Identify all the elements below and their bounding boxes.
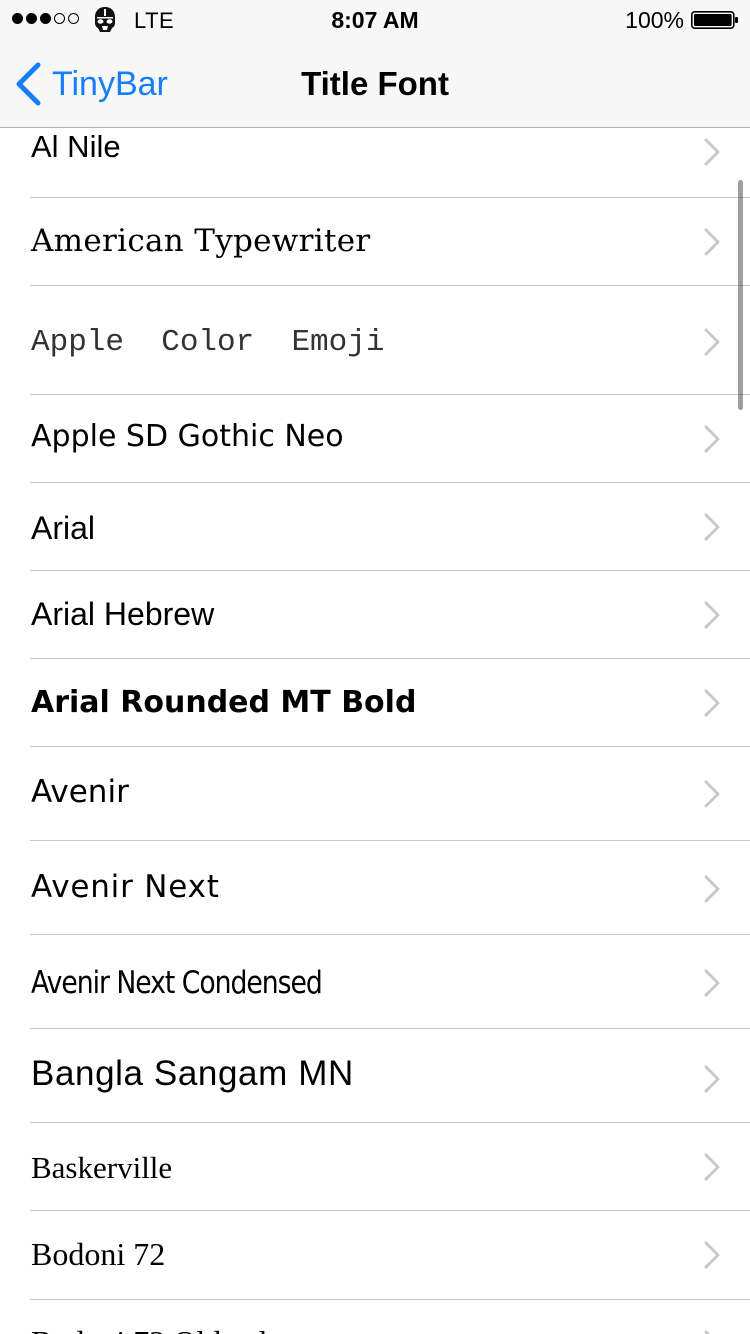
chevron-right-icon bbox=[704, 1241, 720, 1269]
list-item-label: Al Nile bbox=[31, 129, 121, 164]
list-item[interactable]: Bodoni 72 bbox=[0, 1211, 750, 1299]
chevron-right-icon bbox=[704, 328, 720, 356]
chevron-right-icon bbox=[704, 1330, 711, 1334]
list-item[interactable]: Bodoni 72 Oldstyle bbox=[0, 1300, 750, 1334]
list-item-label: Bodoni 72 bbox=[31, 1236, 166, 1272]
list-item[interactable]: Arial Hebrew bbox=[0, 571, 750, 659]
list-item-label: Arial Rounded MT Bold bbox=[31, 685, 417, 720]
list-item-label: Arial Hebrew bbox=[31, 596, 215, 632]
chevron-right-icon bbox=[704, 425, 720, 453]
list-item[interactable]: Avenir Next bbox=[0, 841, 750, 935]
chevron-right-icon bbox=[704, 138, 720, 166]
font-list: Al Nile American Typewriter Apple Color … bbox=[0, 128, 750, 1334]
list-item-label: Bodoni 72 Oldstyle bbox=[31, 1324, 282, 1334]
list-item[interactable]: Arial Rounded MT Bold bbox=[0, 659, 750, 747]
page-title: Title Font bbox=[301, 65, 449, 102]
list-item[interactable]: Al Nile bbox=[0, 128, 750, 198]
list-item-label: American Typewriter bbox=[31, 223, 371, 259]
chevron-right-icon bbox=[704, 780, 720, 808]
chevron-right-icon bbox=[704, 1065, 720, 1093]
list-item-label: Baskerville bbox=[31, 1150, 173, 1185]
list-item[interactable]: American Typewriter bbox=[0, 198, 750, 286]
list-item-label: Bangla Sangam MN bbox=[31, 1054, 354, 1093]
list-item-label: Avenir Next bbox=[31, 869, 220, 905]
chevron-right-icon bbox=[704, 1153, 720, 1181]
scroll-indicator[interactable] bbox=[738, 180, 743, 410]
list-item[interactable]: Apple SD Gothic Neo bbox=[0, 395, 750, 483]
list-item[interactable]: Baskerville bbox=[0, 1123, 750, 1211]
header: LTE 8:07 AM 100% TinyBar Title Font bbox=[0, 0, 750, 128]
chevron-right-icon bbox=[704, 601, 720, 629]
list-item-label: Arial bbox=[31, 510, 96, 546]
chevron-right-icon bbox=[704, 228, 720, 256]
list-item[interactable]: Avenir bbox=[0, 747, 750, 841]
chevron-right-icon bbox=[704, 689, 720, 717]
list-item-label: Apple SD Gothic Neo bbox=[31, 419, 344, 454]
list-item-label: Apple Color Emoji bbox=[31, 325, 385, 360]
list-item[interactable]: Apple Color Emoji bbox=[0, 286, 750, 395]
battery-percent: 100% bbox=[625, 7, 684, 33]
screen: LTE 8:07 AM 100% TinyBar Title Font Al N… bbox=[0, 0, 750, 1334]
navigation-bar: TinyBar Title Font bbox=[0, 40, 750, 128]
list-item-label: Avenir bbox=[31, 774, 129, 810]
list-item[interactable]: Arial bbox=[0, 483, 750, 571]
chevron-right-icon bbox=[704, 513, 720, 541]
list-item-label: Avenir Next Condensed bbox=[31, 965, 323, 1001]
battery-icon bbox=[691, 11, 738, 29]
chevron-right-icon bbox=[704, 969, 720, 997]
list-item[interactable]: Bangla Sangam MN bbox=[0, 1029, 750, 1123]
status-bar: LTE 8:07 AM 100% bbox=[0, 0, 750, 40]
list-item[interactable]: Avenir Next Condensed bbox=[0, 935, 750, 1029]
chevron-right-icon bbox=[704, 875, 720, 903]
